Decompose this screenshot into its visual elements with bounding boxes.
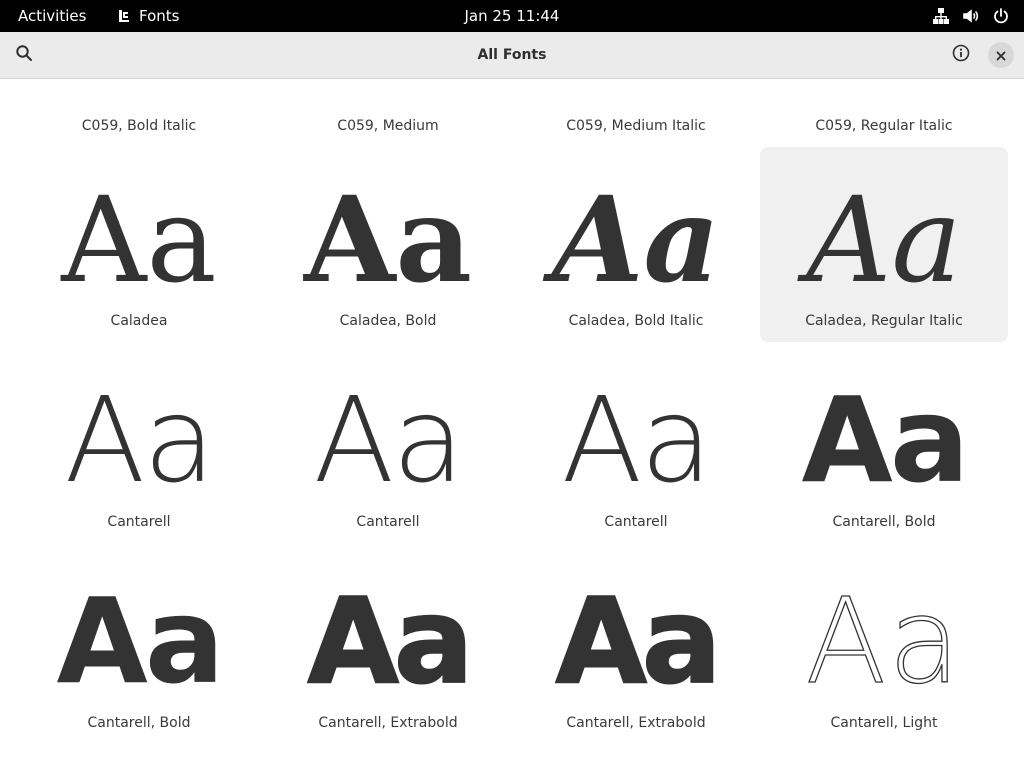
- font-preview: Aa: [303, 170, 472, 309]
- font-tile[interactable]: Aa Caladea, Bold Italic: [512, 147, 760, 342]
- font-preview: Aa: [56, 572, 225, 710]
- fonts-app-icon: [117, 9, 131, 23]
- font-name: C059, Medium Italic: [566, 118, 706, 134]
- font-preview: Aa: [561, 371, 712, 509]
- font-preview: Aa: [551, 170, 720, 309]
- font-grid: C059, Bold Italic C059, Medium C059, Med…: [0, 79, 1024, 768]
- volume-icon[interactable]: [962, 7, 980, 25]
- activities-button[interactable]: Activities: [18, 0, 86, 32]
- font-tile[interactable]: Aa Cantarell: [15, 349, 263, 544]
- font-preview: Aa: [307, 572, 475, 710]
- font-tile[interactable]: C059, Medium: [264, 79, 512, 141]
- font-preview: Aa: [61, 171, 217, 309]
- app-menu-label: Fonts: [139, 7, 180, 25]
- font-preview: Aa: [313, 371, 464, 509]
- font-name: Cantarell, Extrabold: [566, 715, 706, 731]
- font-name: Caladea, Bold Italic: [568, 313, 704, 329]
- font-preview: Aa: [64, 371, 215, 509]
- header-bar: All Fonts: [0, 32, 1024, 79]
- font-name: Caladea: [110, 313, 168, 329]
- font-name: Caladea, Bold: [339, 313, 437, 329]
- font-name: Cantarell: [356, 514, 420, 530]
- font-name: Cantarell: [604, 514, 668, 530]
- info-icon: [952, 44, 970, 66]
- font-name: Cantarell, Extrabold: [318, 715, 458, 731]
- font-tile[interactable]: C059, Regular Italic: [760, 79, 1008, 141]
- font-preview: Aa: [801, 371, 970, 509]
- system-tray[interactable]: [932, 0, 1010, 32]
- font-name: C059, Bold Italic: [81, 118, 197, 134]
- font-tile[interactable]: Aa Cantarell, Bold: [15, 550, 263, 745]
- font-name: C059, Medium: [337, 118, 439, 134]
- font-tile[interactable]: Aa Cantarell: [264, 349, 512, 544]
- page-title: All Fonts: [477, 47, 547, 63]
- app-menu-button[interactable]: Fonts: [117, 0, 179, 32]
- font-tile[interactable]: Aa Cantarell, Bold: [760, 349, 1008, 544]
- top-bar: Activities Fonts Jan 25 11:44: [0, 0, 1024, 32]
- power-icon[interactable]: [992, 7, 1010, 25]
- font-tile[interactable]: Aa Cantarell, Extrabold: [264, 550, 512, 745]
- font-tile-selected[interactable]: Aa Caladea, Regular Italic: [760, 147, 1008, 342]
- font-preview: Aa: [555, 572, 723, 710]
- font-name: Cantarell, Light: [830, 715, 938, 731]
- info-button[interactable]: [945, 39, 977, 71]
- font-name: Cantarell, Bold: [87, 715, 191, 731]
- font-tile[interactable]: Aa Cantarell: [512, 349, 760, 544]
- font-name: C059, Regular Italic: [815, 118, 953, 134]
- font-tile[interactable]: Aa Caladea: [15, 147, 263, 342]
- font-preview: Aa: [806, 171, 962, 309]
- font-name: Caladea, Regular Italic: [805, 313, 963, 329]
- close-icon: [996, 46, 1006, 65]
- font-tile[interactable]: Aa Cantarell, Light: [760, 550, 1008, 745]
- font-tile[interactable]: C059, Medium Italic: [512, 79, 760, 141]
- font-name: Cantarell, Bold: [832, 514, 936, 530]
- font-preview: Aa: [805, 572, 963, 710]
- font-tile[interactable]: Aa Cantarell, Extrabold: [512, 550, 760, 745]
- search-icon: [15, 44, 33, 66]
- clock-label[interactable]: Jan 25 11:44: [465, 7, 560, 25]
- font-name: Cantarell: [107, 514, 171, 530]
- network-icon[interactable]: [932, 7, 950, 25]
- font-tile[interactable]: Aa Caladea, Bold: [264, 147, 512, 342]
- search-button[interactable]: [8, 39, 40, 71]
- font-tile[interactable]: C059, Bold Italic: [15, 79, 263, 141]
- close-button[interactable]: [988, 42, 1014, 68]
